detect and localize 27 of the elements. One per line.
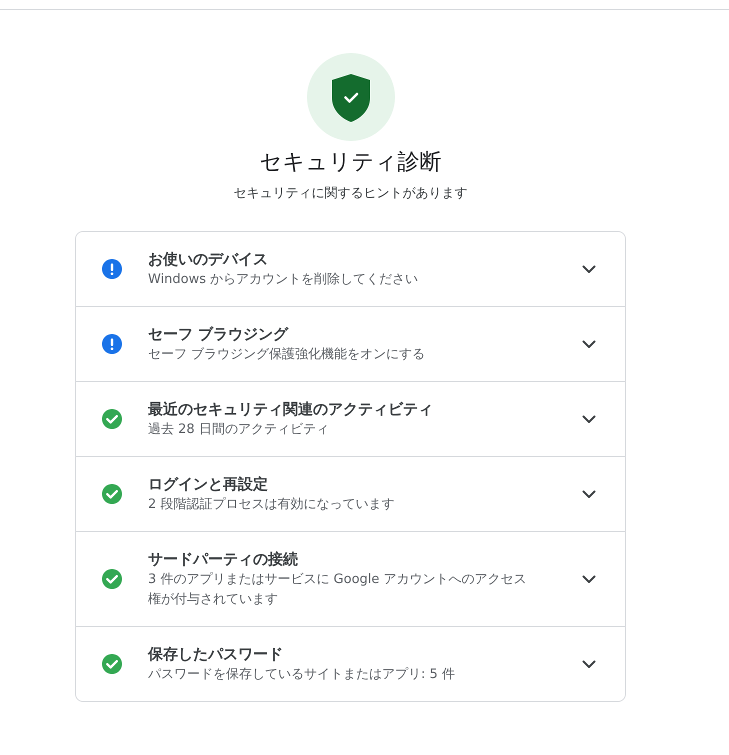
page-title: セキュリティ診断 [260,149,442,177]
chevron-icon[interactable] [582,660,596,668]
item-title: 保存したパスワード [148,644,284,665]
item-title: 最近のセキュリティ関連のアクティビティ [148,399,434,420]
checkup-item[interactable]: 最近のセキュリティ関連のアクティビティ 過去 28 日間のアクティビティ [76,381,625,456]
shield-check-icon [306,53,394,141]
checkup-item[interactable]: ログインと再設定 2 段階認証プロセスは有効になっています [76,456,625,531]
checkup-item[interactable]: 保存したパスワード パスワードを保存しているサイトまたはアプリ: 5 件 [76,626,625,701]
chevron-icon[interactable] [582,574,596,584]
chevron-icon[interactable] [582,490,596,498]
item-description: パスワードを保存しているサイトまたはアプリ: 5 件 [148,666,456,684]
item-description: 3 件のアプリまたはサービスに Google アカウントへのアクセス権が付与されています [148,571,528,609]
item-title: サードパーティの接続 [148,549,299,570]
chevron-icon[interactable] [582,414,596,424]
item-title: ログインと再設定 [148,474,269,495]
page-subtitle: セキュリティに関するヒントがあります [234,185,468,203]
chevron-icon[interactable] [582,340,596,348]
chevron-icon[interactable] [582,264,596,274]
checkup-item[interactable]: セーフ ブラウジング セーフ ブラウジング保護強化機能をオンにする [76,306,625,381]
item-description: セーフ ブラウジング保護強化機能をオンにする [148,346,426,364]
item-title: お使いのデバイス [148,249,269,270]
checkup-item[interactable]: お使いのデバイス Windows からアカウントを削除してください [76,232,625,306]
item-title: セーフ ブラウジング [148,324,290,345]
item-description: 2 段階認証プロセスは有効になっています [148,496,396,514]
checkup-item[interactable]: サードパーティの接続 3 件のアプリまたはサービスに Google アカウントへのアクセス権が付与されています [76,531,625,626]
item-description: Windows からアカウントを削除してください [148,271,420,289]
item-description: 過去 28 日間のアクティビティ [148,421,330,439]
